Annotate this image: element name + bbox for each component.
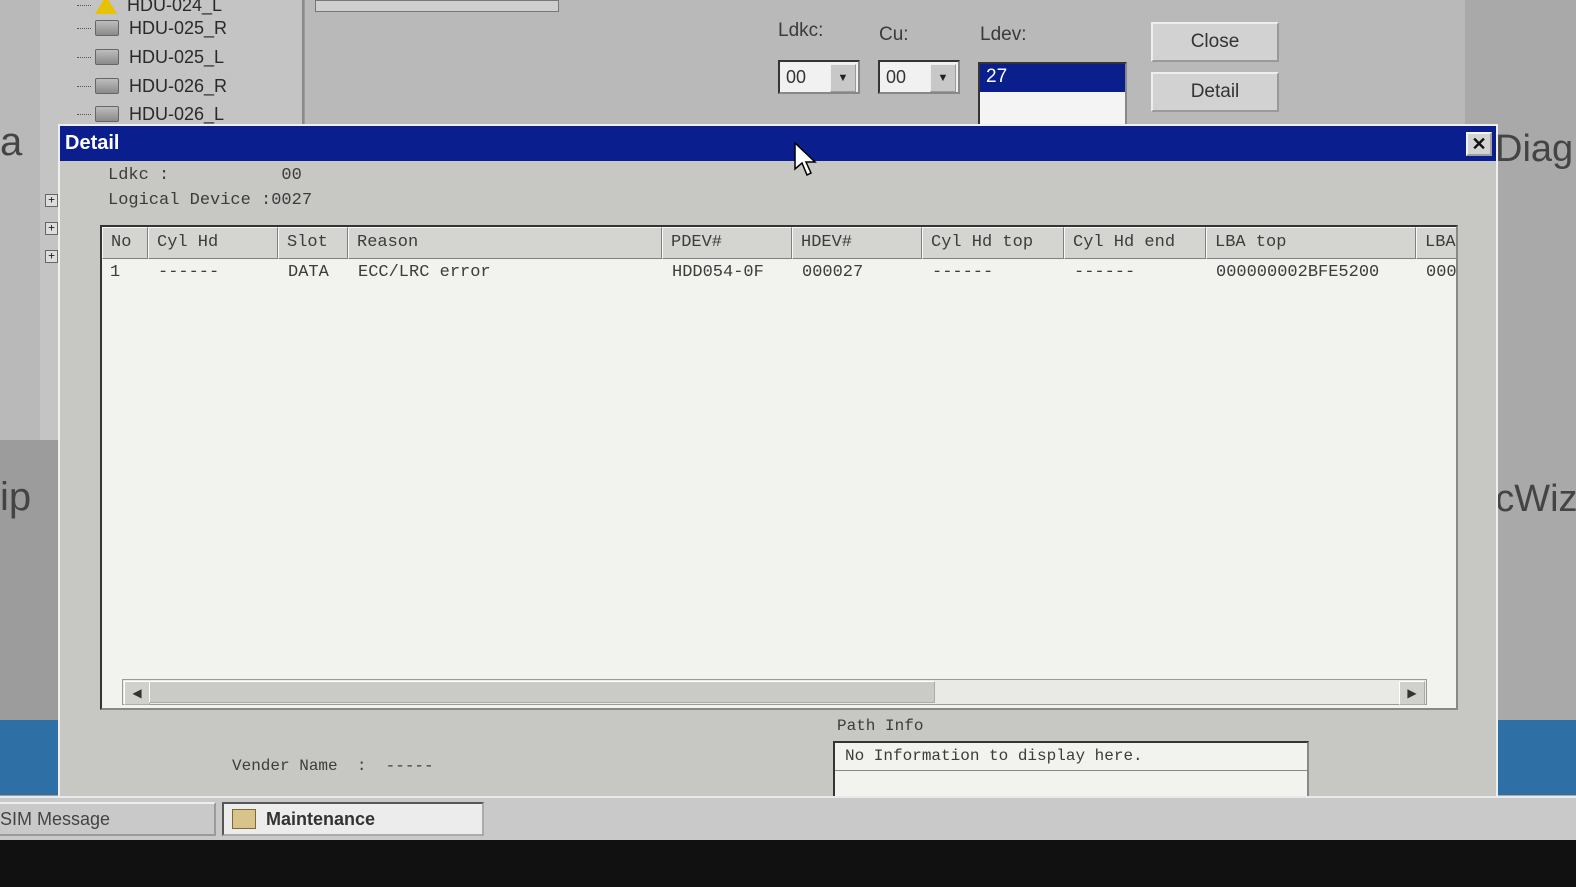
table-row[interactable]: 1 ------ DATA ECC/LRC error HDD054-0F 00…	[102, 261, 1457, 285]
cell-reason: ECC/LRC error	[358, 263, 491, 282]
scroll-left-icon[interactable]: ◀	[124, 681, 150, 705]
tree-item-hdu-026-r[interactable]: HDU-026_R	[77, 73, 228, 99]
column-header-reason[interactable]: Reason	[348, 227, 662, 259]
cutoff-text: ip	[0, 475, 32, 519]
column-header-lba-top[interactable]: LBA top	[1206, 227, 1416, 259]
logical-device-info: Logical Device :0027	[108, 191, 313, 210]
path-info-label: Path Info	[837, 717, 924, 735]
cu-value: 00	[886, 66, 907, 87]
dialog-titlebar[interactable]: Detail ✕	[60, 126, 1496, 161]
close-button[interactable]: Close	[1151, 22, 1279, 62]
cell-pdev: HDD054-0F	[672, 263, 764, 282]
cell-slot: DATA	[288, 263, 329, 282]
scroll-thumb[interactable]	[149, 681, 935, 703]
expand-icon[interactable]: +	[45, 250, 58, 263]
expand-icon[interactable]: +	[45, 222, 58, 235]
error-table[interactable]: No Cyl Hd Slot Reason PDEV# HDEV# Cyl Hd…	[100, 225, 1458, 710]
ldkc-label: Ldkc:	[778, 20, 824, 41]
path-info-box[interactable]: No Information to display here.	[833, 741, 1309, 803]
cu-select[interactable]: 00 ▼	[878, 60, 960, 94]
cell-cyl-hd: ------	[158, 263, 220, 282]
taskbar: SIM Message Maintenance	[0, 796, 1576, 842]
ldev-selected-item[interactable]: 27	[980, 64, 1125, 92]
column-header-cyl-hd[interactable]: Cyl Hd	[148, 227, 278, 259]
tree-item-label: HDU-025_R	[129, 17, 228, 38]
vender-name-info: Vender Name : -----	[232, 757, 434, 775]
column-header-slot[interactable]: Slot	[278, 227, 348, 259]
disk-icon	[95, 106, 119, 122]
cell-lba-top: 000000002BFE5200	[1216, 263, 1380, 282]
detail-dialog: Detail ✕ Ldkc : 00 Logical Device :0027 …	[58, 124, 1498, 803]
disk-icon	[95, 20, 119, 36]
ldkc-value: 00	[786, 66, 807, 87]
dropdown-arrow-icon[interactable]: ▼	[930, 64, 956, 92]
ldev-label: Ldev:	[980, 24, 1027, 45]
warning-icon	[95, 0, 117, 14]
cell-lba: 000	[1426, 263, 1457, 282]
column-header-pdev[interactable]: PDEV#	[662, 227, 792, 259]
table-header: No Cyl Hd Slot Reason PDEV# HDEV# Cyl Hd…	[102, 227, 1456, 259]
horizontal-scrollbar[interactable]: ◀ ▶	[122, 679, 1427, 705]
close-icon[interactable]: ✕	[1466, 132, 1492, 156]
cutoff-text: Diag	[1495, 128, 1574, 170]
window-icon	[232, 809, 256, 829]
column-header-lba[interactable]: LBA	[1416, 227, 1456, 259]
ldkc-info: Ldkc : 00	[108, 166, 302, 185]
cell-cyl-hd-top: ------	[932, 263, 994, 282]
tree-item-hdu-025-l[interactable]: HDU-025_L	[77, 44, 225, 70]
column-header-cyl-hd-end[interactable]: Cyl Hd end	[1064, 227, 1206, 259]
tree-item-label: HDU-026_R	[129, 75, 228, 96]
monitor-bezel	[0, 840, 1576, 887]
ldkc-select[interactable]: 00 ▼	[778, 60, 860, 94]
scroll-right-icon[interactable]: ▶	[1399, 681, 1425, 705]
taskbar-item-label: Maintenance	[266, 808, 376, 829]
disk-icon	[95, 78, 119, 94]
tree-item-hdu-025-r[interactable]: HDU-025_R	[77, 15, 228, 41]
expand-icon[interactable]: +	[45, 194, 58, 207]
mouse-cursor-icon	[794, 142, 817, 177]
taskbar-item-maintenance[interactable]: Maintenance	[222, 802, 484, 836]
disk-icon	[95, 49, 119, 65]
taskbar-item-label: SIM Message	[0, 808, 111, 829]
dropdown-arrow-icon[interactable]: ▼	[830, 64, 856, 92]
column-header-hdev[interactable]: HDEV#	[792, 227, 922, 259]
path-info-text: No Information to display here.	[835, 743, 1307, 771]
tree-item-label: HDU-025_L	[129, 46, 225, 67]
cutoff-text: a	[0, 120, 23, 164]
cell-cyl-hd-end: ------	[1074, 263, 1136, 282]
cell-hdev: 000027	[802, 263, 864, 282]
ldev-listbox[interactable]: 27	[978, 62, 1127, 132]
column-header-no[interactable]: No	[102, 227, 148, 259]
dialog-title: Detail	[65, 132, 120, 154]
column-header-cyl-hd-top[interactable]: Cyl Hd top	[922, 227, 1064, 259]
tree-item-label: HDU-024_L	[127, 0, 223, 15]
taskbar-item-sim-message[interactable]: SIM Message	[0, 802, 216, 836]
tree-item-label: HDU-026_L	[129, 103, 225, 124]
detail-button[interactable]: Detail	[1151, 72, 1279, 112]
cu-label: Cu:	[879, 24, 909, 45]
background-field	[315, 0, 559, 12]
